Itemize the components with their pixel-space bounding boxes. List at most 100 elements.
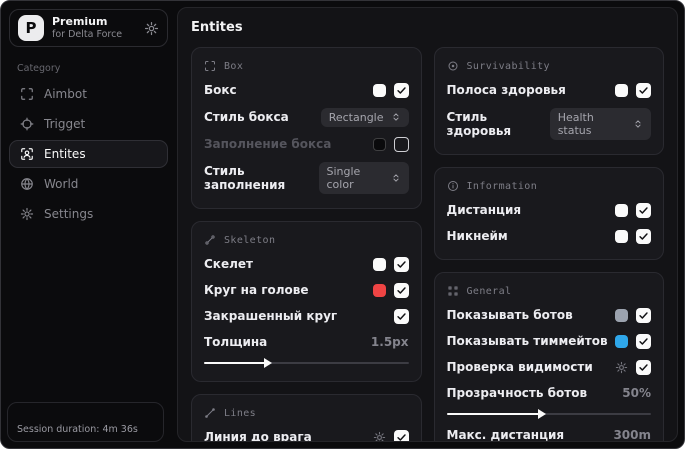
scan-box-icon	[204, 60, 216, 72]
card-general-header: General	[447, 285, 652, 297]
checkbox-checked[interactable]	[636, 82, 651, 98]
bot-opacity-slider[interactable]	[446, 409, 651, 419]
sidebar: P Premium for Delta Force Category Aimbo…	[1, 1, 176, 448]
setting-row-health-style: Стиль здоровья Health status	[446, 103, 651, 144]
gear-icon[interactable]	[615, 361, 628, 374]
card-box-header: Box	[204, 60, 409, 72]
setting-label: Скелет	[204, 257, 253, 271]
checkbox-checked[interactable]	[636, 359, 651, 375]
checkbox-checked[interactable]	[636, 333, 651, 349]
dropdown-value: Rectangle	[328, 110, 384, 124]
color-swatch[interactable]	[615, 334, 628, 348]
setting-row-thickness: Толщина 1.5px	[204, 329, 409, 355]
checkbox-unchecked[interactable]	[393, 136, 409, 152]
color-swatch[interactable]	[615, 83, 628, 97]
user-scan-icon	[20, 147, 34, 161]
setting-row-health-bar: Полоса здоровья	[447, 77, 651, 103]
session-duration: Session duration: 4m 36s	[7, 402, 164, 442]
setting-label: Прозрачность ботов	[446, 386, 588, 400]
setting-label: Круг на голове	[204, 283, 309, 297]
checkbox-checked[interactable]	[393, 256, 409, 272]
setting-label: Закрашенный круг	[204, 309, 338, 323]
sidebar-item-settings[interactable]: Settings	[9, 200, 168, 228]
checkbox-checked[interactable]	[393, 429, 409, 441]
setting-row-distance: Дистанция	[447, 197, 651, 223]
main-panel: Entites Box Бокс Стиль бокса Rectangle З…	[177, 7, 678, 442]
setting-row-box-fill: Заполнение бокса	[204, 131, 409, 157]
sidebar-item-label: Settings	[44, 207, 94, 221]
fill-style-dropdown[interactable]: Single color	[318, 161, 409, 194]
dropdown-value: Health status	[557, 110, 594, 137]
color-swatch[interactable]	[372, 137, 386, 151]
brand-text: Premium for Delta Force	[52, 15, 136, 41]
box-style-dropdown[interactable]: Rectangle	[320, 107, 409, 127]
color-swatch[interactable]	[615, 229, 628, 243]
card-survivability-header: Survivability	[447, 60, 652, 72]
sidebar-item-label: Entites	[44, 147, 86, 161]
setting-label: Стиль бокса	[204, 110, 289, 124]
card-survivability: Survivability Полоса здоровья Стиль здор…	[433, 47, 664, 155]
chevron-up-down-icon	[391, 112, 401, 122]
card-header-label: Box	[224, 60, 244, 72]
color-swatch[interactable]	[372, 283, 386, 297]
column-right: Survivability Полоса здоровья Стиль здор…	[433, 47, 664, 442]
sidebar-item-world[interactable]: World	[9, 170, 168, 198]
setting-label: Бокс	[204, 83, 237, 97]
app-window: P Premium for Delta Force Category Aimbo…	[0, 0, 685, 449]
setting-row-visibility-check: Проверка видимости	[446, 354, 651, 380]
checkbox-checked[interactable]	[393, 308, 409, 324]
color-swatch[interactable]	[372, 83, 386, 97]
gear-icon[interactable]	[144, 21, 159, 36]
sidebar-item-label: Aimbot	[44, 87, 87, 101]
setting-label: Проверка видимости	[446, 360, 593, 374]
color-swatch[interactable]	[615, 203, 628, 217]
session-duration-text: Session duration: 4m 36s	[17, 424, 138, 435]
setting-row-fill-style: Стиль заполнения Single color	[204, 157, 409, 198]
setting-label: Макс. дистанция	[446, 428, 565, 442]
globe-icon	[20, 177, 34, 191]
page-title: Entites	[191, 20, 243, 35]
setting-label: Линия до врага	[204, 430, 312, 442]
grid-icon	[447, 285, 459, 297]
card-header-label: Survivability	[466, 60, 550, 72]
thickness-slider[interactable]	[204, 358, 409, 368]
brand-logo: P	[18, 15, 44, 41]
setting-row-head-circle: Круг на голове	[204, 277, 409, 303]
setting-label: Толщина	[204, 335, 268, 349]
dropdown-value: Single color	[326, 164, 361, 191]
brand-title: Premium	[52, 15, 108, 29]
setting-label: Стиль здоровья	[446, 109, 512, 138]
category-label: Category	[17, 63, 61, 74]
setting-label: Заполнение бокса	[204, 137, 332, 151]
color-swatch[interactable]	[615, 308, 628, 322]
sidebar-item-entites[interactable]: Entites	[9, 140, 168, 168]
setting-row-show-bots: Показывать ботов	[447, 302, 651, 328]
checkbox-checked[interactable]	[636, 307, 651, 323]
card-header-label: Skeleton	[224, 234, 276, 246]
gear-icon	[20, 207, 34, 221]
color-swatch[interactable]	[372, 257, 386, 271]
slider-value: 1.5px	[370, 335, 409, 349]
crosshair-icon	[20, 117, 34, 131]
setting-label: Показывать тиммейтов	[446, 334, 608, 348]
bone-icon	[204, 234, 216, 246]
setting-label: Стиль заполнения	[204, 163, 286, 192]
gear-icon[interactable]	[373, 431, 386, 441]
setting-row-nickname: Никнейм	[447, 223, 651, 249]
sidebar-item-aimbot[interactable]: Aimbot	[9, 80, 168, 108]
setting-row-skeleton: Скелет	[204, 251, 409, 277]
brand-subtitle: for Delta Force	[52, 28, 123, 40]
checkbox-checked[interactable]	[393, 282, 409, 298]
scan-icon	[20, 87, 34, 101]
setting-row-show-teammates: Показывать тиммейтов	[446, 328, 651, 354]
scan-heart-icon	[447, 60, 459, 72]
sidebar-item-trigget[interactable]: Trigget	[9, 110, 168, 138]
setting-row-max-distance: Макс. дистанция 300m	[446, 422, 652, 442]
checkbox-checked[interactable]	[636, 228, 651, 244]
health-style-dropdown[interactable]: Health status	[549, 107, 651, 140]
slider-value: 300m	[613, 428, 651, 442]
card-header-label: Information	[466, 180, 538, 192]
checkbox-checked[interactable]	[393, 82, 409, 98]
checkbox-checked[interactable]	[636, 202, 651, 218]
chevron-up-down-icon	[633, 119, 643, 129]
